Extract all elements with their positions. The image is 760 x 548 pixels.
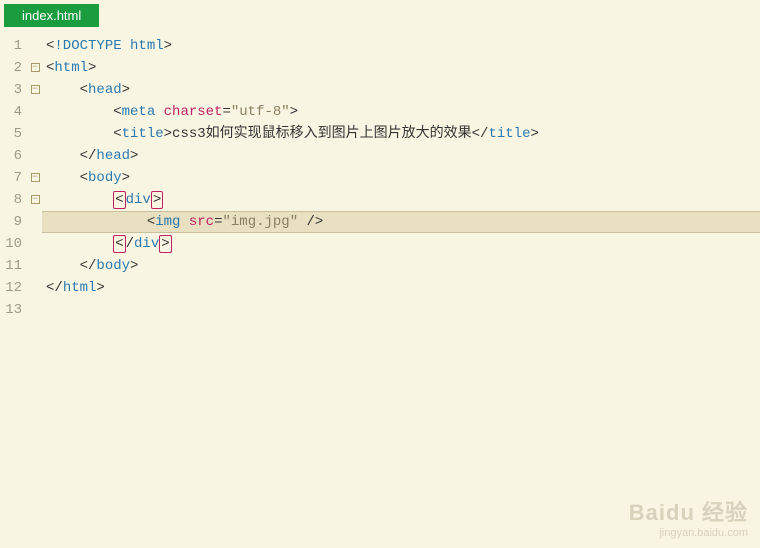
line-number: 6 bbox=[0, 145, 28, 167]
fold-marker[interactable]: − bbox=[28, 167, 42, 189]
code-line bbox=[42, 299, 760, 321]
code-line: <body> bbox=[42, 167, 760, 189]
file-tab[interactable]: index.html bbox=[4, 4, 99, 27]
code-line: <!DOCTYPE html> bbox=[42, 35, 760, 57]
code-line: <title>css3如何实现鼠标移入到图片上图片放大的效果</title> bbox=[42, 123, 760, 145]
fold-marker bbox=[28, 35, 42, 57]
fold-marker bbox=[28, 233, 42, 255]
line-number: 8 bbox=[0, 189, 28, 211]
fold-marker[interactable]: − bbox=[28, 57, 42, 79]
code-area[interactable]: <!DOCTYPE html> <html> <head> <meta char… bbox=[42, 27, 760, 548]
line-number: 10 bbox=[0, 233, 28, 255]
fold-marker bbox=[28, 277, 42, 299]
line-numbers: 1 2 3 4 5 6 7 8 9 10 11 12 13 bbox=[0, 27, 28, 548]
fold-marker bbox=[28, 123, 42, 145]
line-number: 4 bbox=[0, 101, 28, 123]
code-line: <head> bbox=[42, 79, 760, 101]
line-number: 11 bbox=[0, 255, 28, 277]
fold-marker bbox=[28, 255, 42, 277]
line-number: 13 bbox=[0, 299, 28, 321]
fold-marker bbox=[28, 299, 42, 321]
code-line: </html> bbox=[42, 277, 760, 299]
line-number: 1 bbox=[0, 35, 28, 57]
fold-marker bbox=[28, 211, 42, 233]
fold-marker bbox=[28, 101, 42, 123]
line-number: 7 bbox=[0, 167, 28, 189]
line-number: 12 bbox=[0, 277, 28, 299]
code-line: <meta charset="utf-8"> bbox=[42, 101, 760, 123]
code-line: </body> bbox=[42, 255, 760, 277]
line-number: 2 bbox=[0, 57, 28, 79]
code-line: <html> bbox=[42, 57, 760, 79]
tab-bar: index.html bbox=[0, 0, 760, 27]
fold-column: − − − − bbox=[28, 27, 42, 548]
code-line-active: <img src="img.jpg" /> bbox=[42, 211, 760, 233]
line-number: 5 bbox=[0, 123, 28, 145]
line-number: 9 bbox=[0, 211, 28, 233]
line-number: 3 bbox=[0, 79, 28, 101]
code-editor[interactable]: 1 2 3 4 5 6 7 8 9 10 11 12 13 − − − − <!… bbox=[0, 27, 760, 548]
code-line: </div> bbox=[42, 233, 760, 255]
fold-marker bbox=[28, 145, 42, 167]
code-line: <div> bbox=[42, 189, 760, 211]
code-line: </head> bbox=[42, 145, 760, 167]
fold-marker[interactable]: − bbox=[28, 189, 42, 211]
fold-marker[interactable]: − bbox=[28, 79, 42, 101]
